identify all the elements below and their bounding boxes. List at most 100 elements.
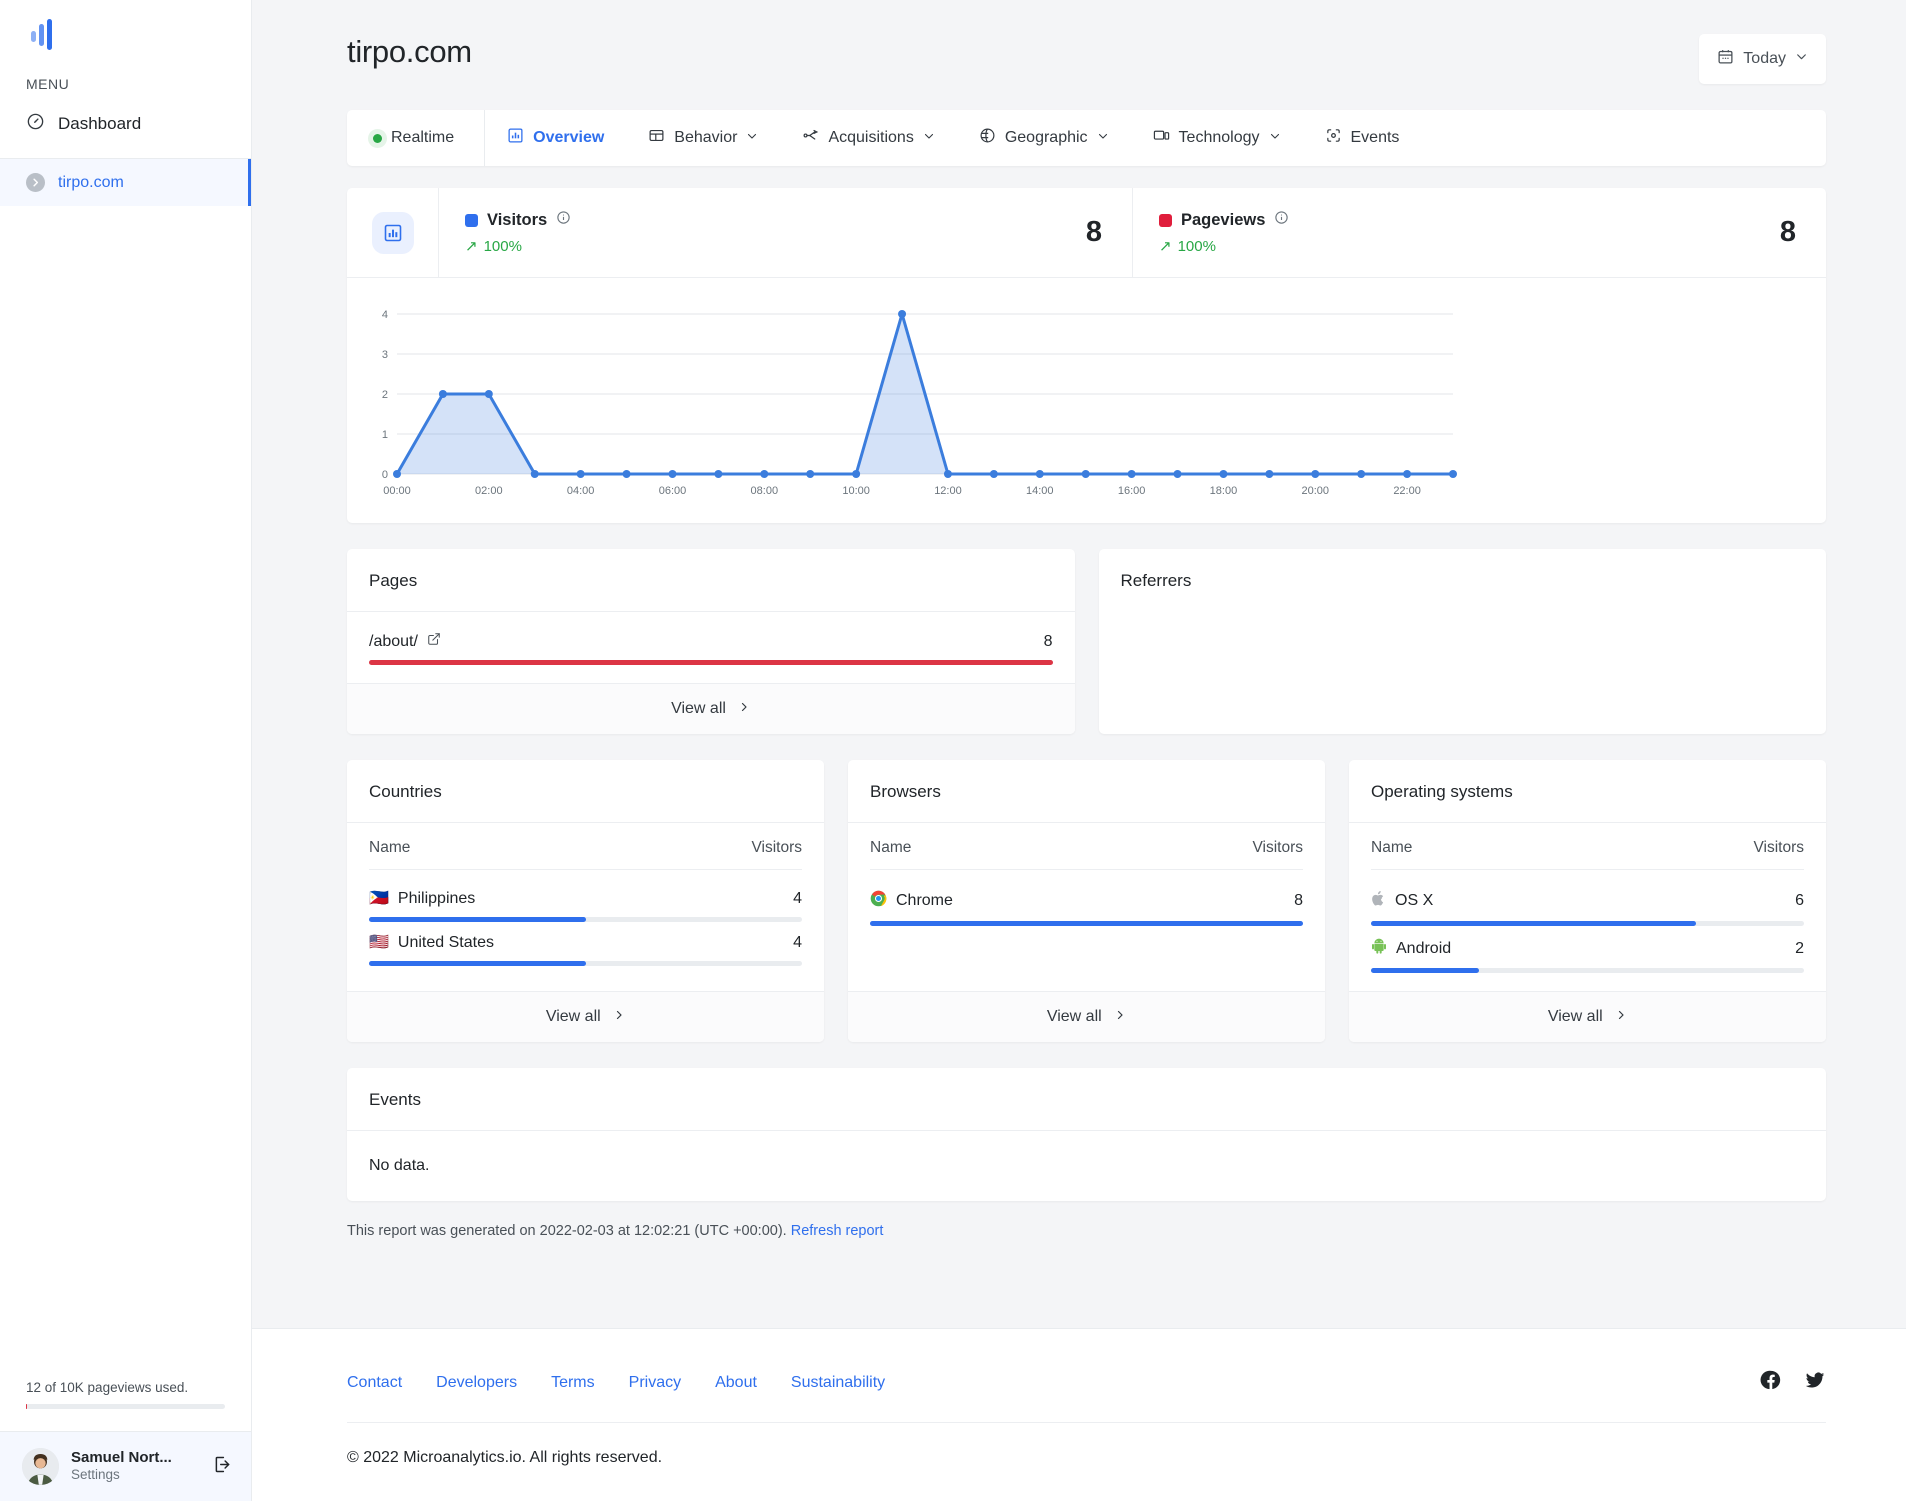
metric-label: Pageviews	[1181, 210, 1266, 229]
tab-events[interactable]: Events	[1303, 110, 1422, 166]
metric-label: Visitors	[487, 210, 548, 229]
twitter-icon[interactable]	[1804, 1369, 1826, 1396]
logo-wrap[interactable]	[0, 0, 251, 62]
events-panel: Events No data.	[347, 1068, 1826, 1201]
user-meta: Samuel Nort... Settings	[71, 1449, 200, 1485]
row-line: 🇺🇸 United States 4	[369, 934, 802, 952]
row-name: 🇺🇸 United States	[369, 934, 494, 952]
overview-card: Visitors ↗ 100% 8 Pageviews ↗ 100% 8 0 1…	[347, 188, 1826, 523]
countries-list: Name Visitors 🇵🇭 Philippines 4 🇺🇸 United…	[347, 823, 824, 991]
calendar-icon	[1717, 48, 1734, 70]
tab-acquisitions[interactable]: Acquisitions	[780, 110, 956, 166]
metric-value: 8	[1779, 216, 1796, 248]
user-box[interactable]: Samuel Nort... Settings	[0, 1431, 251, 1501]
view-all-pages-button[interactable]: View all	[347, 683, 1075, 734]
logout-icon[interactable]	[212, 1454, 233, 1480]
trend-up-icon: ↗	[1159, 238, 1172, 255]
row-label: Chrome	[896, 892, 953, 909]
metric-trend: ↗ 100%	[1159, 237, 1289, 256]
footer-link-terms[interactable]: Terms	[551, 1374, 595, 1392]
svg-text:02:00: 02:00	[475, 485, 503, 497]
facebook-icon[interactable]	[1760, 1369, 1782, 1396]
row-label: Android	[1396, 939, 1452, 957]
column-headers: Name Visitors	[1371, 839, 1804, 870]
color-swatch	[1159, 213, 1172, 227]
sidebar-item-dashboard[interactable]: Dashboard	[0, 102, 251, 146]
column-header-name: Name	[369, 839, 411, 856]
browsers-list: Name Visitors Chrome 8	[848, 823, 1325, 991]
sidebar-item-tirpo-com[interactable]: tirpo.com	[0, 159, 251, 206]
chevron-right-icon	[1615, 1008, 1627, 1025]
row-value: 2	[1795, 939, 1804, 957]
svg-text:14:00: 14:00	[1026, 485, 1054, 497]
info-icon[interactable]	[1274, 210, 1289, 230]
view-all-browsers-button[interactable]: View all	[848, 991, 1325, 1042]
row-line: Chrome 8	[870, 890, 1303, 912]
panel-title: Countries	[347, 760, 824, 823]
row-value: 4	[793, 934, 802, 951]
copyright-text: © 2022 Microanalytics.io. All rights res…	[347, 1449, 663, 1466]
table-row[interactable]: Chrome 8	[870, 878, 1303, 926]
column-header-name: Name	[870, 839, 912, 856]
metric-visitors: Visitors ↗ 100% 8	[439, 188, 1132, 277]
sidebar-site-label: tirpo.com	[58, 173, 124, 191]
tab-technology[interactable]: Technology	[1131, 110, 1303, 166]
chevron-right-icon	[1114, 1008, 1126, 1025]
page-header: tirpo.com Today	[252, 0, 1906, 84]
tab-overview[interactable]: Overview	[485, 110, 626, 166]
table-row[interactable]: 🇺🇸 United States 4	[369, 922, 802, 966]
svg-text:04:00: 04:00	[567, 485, 595, 497]
footer-link-privacy[interactable]: Privacy	[629, 1374, 681, 1392]
trend-up-icon: ↗	[465, 238, 478, 255]
external-link-icon[interactable]	[427, 632, 441, 651]
row-bar-track	[870, 921, 1303, 926]
tab-label: Overview	[533, 129, 605, 146]
view-all-os-button[interactable]: View all	[1349, 991, 1826, 1042]
chevron-down-icon	[746, 129, 758, 147]
row-bar-fill	[1371, 968, 1480, 973]
tab-realtime[interactable]: Realtime	[347, 110, 486, 166]
page-title: tirpo.com	[347, 34, 472, 69]
row-value: 6	[1795, 892, 1804, 909]
row-label: OS X	[1395, 892, 1434, 909]
color-swatch	[465, 213, 478, 227]
info-icon[interactable]	[556, 210, 571, 230]
row-bar-fill	[369, 961, 586, 966]
svg-text:22:00: 22:00	[1393, 485, 1421, 497]
list-item[interactable]: /about/ 8	[369, 628, 1053, 665]
chevron-down-icon	[923, 129, 935, 147]
svg-text:18:00: 18:00	[1210, 485, 1238, 497]
browsers-panel: Browsers Name Visitors Chrome 8 View all	[848, 760, 1325, 1042]
page-footer: Contact Developers Terms Privacy About S…	[252, 1328, 1906, 1501]
table-row[interactable]: OS X 6	[1371, 878, 1804, 926]
column-header-value: Visitors	[751, 839, 802, 856]
sidebar: MENU Dashboard tirpo.com 12 of 10K pagev…	[0, 0, 252, 1501]
view-all-countries-button[interactable]: View all	[347, 991, 824, 1042]
row-name: OS X	[1371, 890, 1433, 912]
refresh-report-link[interactable]: Refresh report	[791, 1223, 884, 1239]
metric-value: 8	[1085, 216, 1102, 248]
countries-panel: Countries Name Visitors 🇵🇭 Philippines 4…	[347, 760, 824, 1042]
metric-trend: ↗ 100%	[465, 237, 571, 256]
tab-label: Realtime	[391, 129, 455, 146]
tab-behavior[interactable]: Behavior	[626, 110, 780, 166]
report-generated-line: This report was generated on 2022-02-03 …	[347, 1223, 1826, 1269]
footer-link-developers[interactable]: Developers	[436, 1374, 517, 1392]
date-range-picker[interactable]: Today	[1699, 34, 1826, 84]
bar-chart-icon	[507, 127, 524, 149]
view-all-label: View all	[545, 1008, 601, 1025]
footer-link-sustainability[interactable]: Sustainability	[791, 1374, 885, 1392]
tab-geographic[interactable]: Geographic	[957, 110, 1131, 166]
green-dot-icon	[373, 133, 382, 143]
table-row[interactable]: 🇵🇭 Philippines 4	[369, 878, 802, 922]
chevron-down-icon	[1795, 50, 1808, 68]
table-row[interactable]: Android 2	[1371, 926, 1804, 973]
footer-link-about[interactable]: About	[715, 1374, 757, 1392]
footer-link-contact[interactable]: Contact	[347, 1374, 402, 1392]
svg-text:1: 1	[382, 429, 388, 441]
referrers-list	[1099, 611, 1827, 734]
pages-referrers-row: Pages /about/ 8 View all Referrers	[347, 549, 1826, 734]
row-line: /about/ 8	[369, 632, 1053, 651]
visitors-chart[interactable]: 0 1 2 3 4 00:00 02:00 04:00 06:00 08:00 10:00 12:00…	[347, 278, 1826, 523]
